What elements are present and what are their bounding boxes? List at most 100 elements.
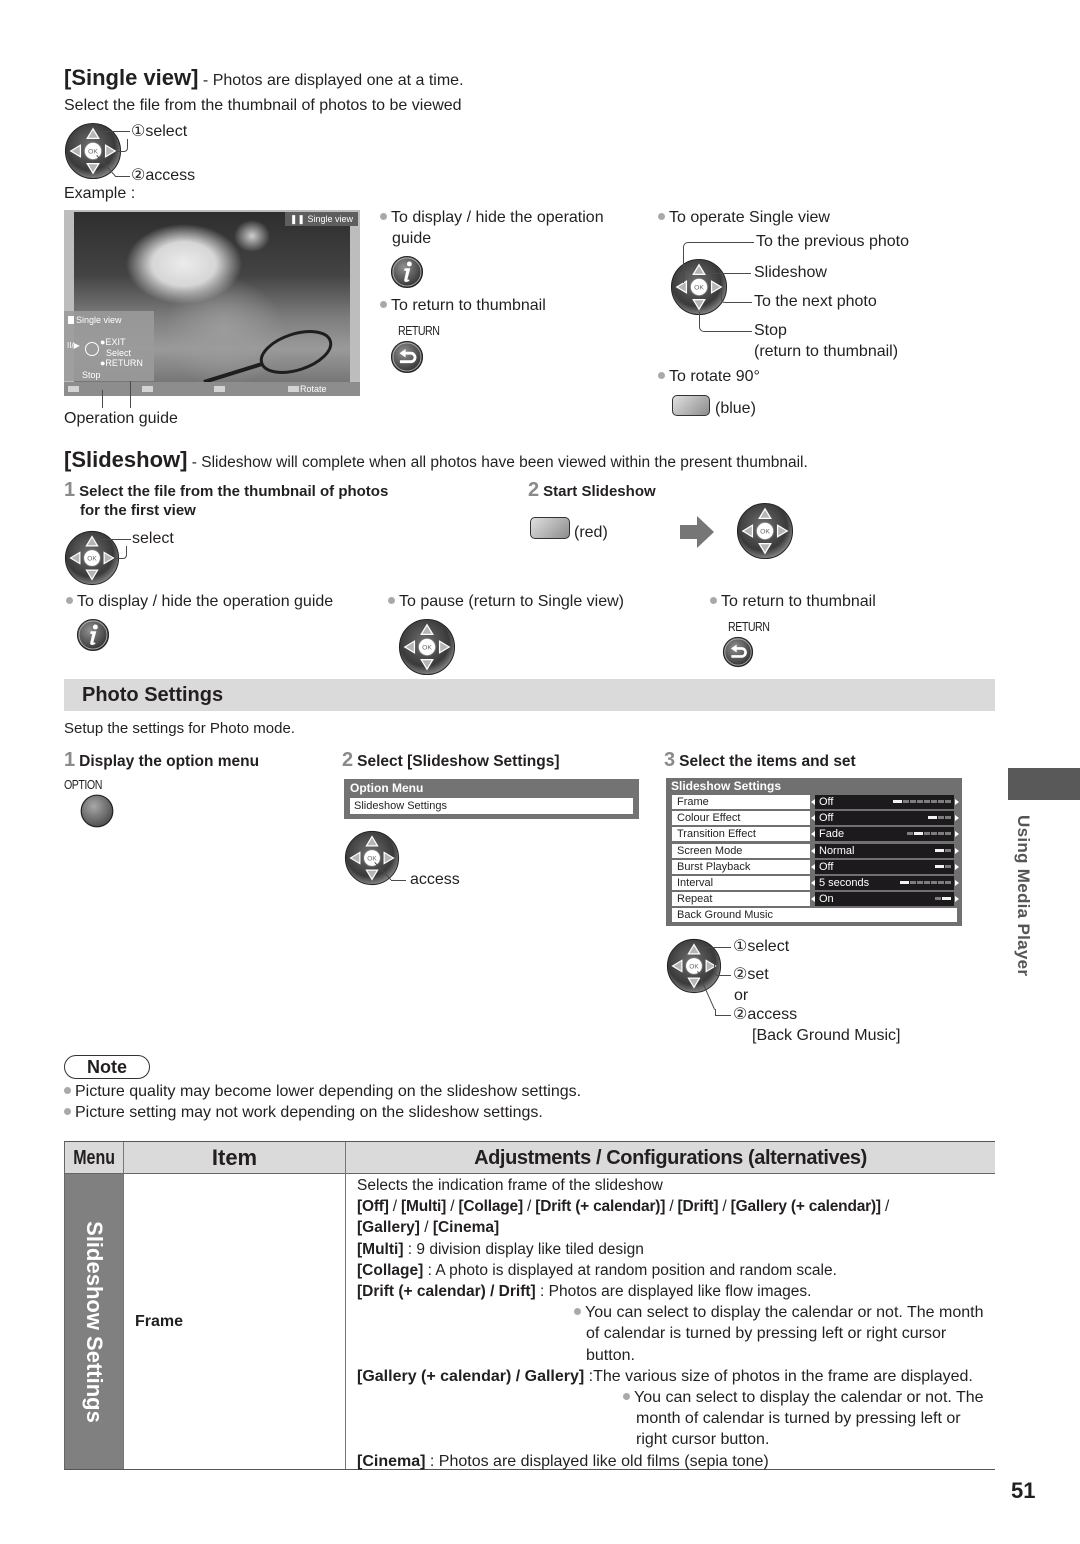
arrow-right-icon [955, 848, 959, 854]
settings-row-frame: Frame Off [672, 795, 959, 809]
step1-title: Display the option menu [79, 753, 260, 770]
step1-title-line2: for the first view [80, 502, 196, 519]
value-text: Fade [819, 828, 845, 840]
return-icon [390, 340, 424, 374]
info-icon [390, 255, 424, 289]
bullet-icon [658, 372, 665, 379]
option-position-indicator [893, 800, 951, 803]
operate-title: To operate Single view [669, 209, 830, 226]
note-line: You can select to display the calendar o… [634, 1389, 984, 1407]
guide-play-pause: II/▶ [67, 341, 80, 350]
leader-line [102, 390, 103, 408]
description-multi: [Multi] : 9 division display like tiled … [357, 1239, 995, 1260]
option-drift-calendar: [Drift (+ calendar)] [535, 1198, 666, 1216]
dpad-remote-icon [344, 830, 400, 886]
gallery-note-line: You can select to display the calendar o… [357, 1387, 995, 1408]
settings-row-value: On [815, 892, 954, 906]
definition: : Photos are displayed like flow images. [535, 1283, 812, 1301]
operate-single-view-text: To operate Single view [658, 208, 830, 228]
operation-guide-panel: Single view II/▶ ●EXIT Select ●RETURN St… [64, 311, 154, 381]
yellow-key-icon [214, 386, 225, 392]
option-gallery: [Gallery] [357, 1219, 420, 1237]
definition: :The various size of photos in the frame… [584, 1367, 973, 1385]
leader-line [116, 139, 128, 152]
adjustments-cell: Selects the indication frame of the slid… [357, 1175, 995, 1472]
option-off: [Off] [357, 1198, 389, 1216]
indicator-segment-selected [900, 881, 909, 884]
single-view-heading: [Single view] - Photos are displayed one… [64, 64, 464, 95]
settings-row-value: 5 seconds [815, 876, 954, 890]
step-number: 3 [664, 749, 676, 771]
gallery-note-line: right cursor button. [636, 1431, 770, 1449]
leader-line [114, 546, 127, 559]
settings-row-colour-effect: Colour Effect Off [672, 811, 959, 825]
definition: : A photo is displayed at random positio… [423, 1261, 837, 1279]
indicator-segment [938, 832, 944, 835]
drift-note-line: You can select to display the calendar o… [357, 1302, 995, 1323]
indicator-segment [910, 881, 916, 884]
arrow-right-icon [955, 815, 959, 821]
page-number: 51 [1011, 1478, 1036, 1503]
photo-settings-intro: Setup the settings for Photo mode. [64, 720, 295, 737]
term: [Drift (+ calendar) / Drift] [357, 1283, 536, 1301]
slideshow-pause-text: To pause (return to Single view) [388, 592, 624, 612]
return-button-caption: RETURN [728, 619, 770, 634]
slideshow-display-hide-text: To display / hide the operation guide [66, 592, 333, 612]
bullet-icon [388, 597, 395, 604]
arrow-right-icon [955, 831, 959, 837]
slideshow-heading: [Slideshow] - Slideshow will complete wh… [64, 446, 808, 477]
blue-button-caption: (blue) [715, 400, 756, 417]
settings-row-screen-mode: Screen Mode Normal [672, 844, 959, 858]
mini-dpad-icon [85, 342, 99, 356]
rotate-text: To rotate 90° [658, 367, 760, 387]
bullet-icon [380, 213, 387, 220]
indicator-segment [935, 897, 941, 900]
settings-row-label: Transition Effect [672, 827, 810, 841]
chapter-tab [1008, 768, 1080, 800]
settings-row-label: Frame [672, 795, 810, 809]
term: [Multi] [357, 1240, 404, 1258]
option-button-caption: OPTION [64, 777, 102, 792]
indicator-segment [903, 800, 909, 803]
ps-step2-title: 2 Select [Slideshow Settings] [342, 749, 560, 773]
indicator-segment [945, 832, 951, 835]
leader-line [714, 963, 731, 976]
step3-title: Select the items and set [679, 753, 856, 770]
stop-label: Stop [754, 322, 787, 339]
pause-label: To pause (return to Single view) [399, 593, 624, 610]
drift-note-line: button. [586, 1346, 635, 1364]
arrow-right-icon [955, 896, 959, 902]
leader-line [391, 880, 406, 881]
leader-line [100, 131, 130, 132]
drift-note-line: of calendar is turned by pressing left o… [586, 1325, 947, 1343]
separator: / [665, 1198, 678, 1216]
info-icon [76, 618, 110, 652]
access-label: ②access [131, 167, 196, 184]
step-number: 1 [64, 479, 76, 501]
access-target-label: [Back Ground Music] [752, 1027, 901, 1044]
indicator-segment [945, 849, 951, 852]
option-menu-title: Option Menu [350, 781, 424, 795]
arrow-right-icon [955, 864, 959, 870]
guide-stop: Stop [82, 370, 101, 380]
indicator-segment-selected [893, 800, 902, 803]
description-cinema: [Cinema] : Photos are displayed like old… [357, 1451, 995, 1472]
blue-key-icon [288, 386, 299, 392]
table-header-menu: Menu [65, 1142, 123, 1174]
separator: / [419, 1219, 433, 1237]
option-cinema: [Cinema] [432, 1219, 500, 1237]
note-badge: Note [64, 1055, 150, 1079]
option-multi: [Multi] [401, 1198, 447, 1216]
frame-options-line1: [Off] / [Multi] / [Collage] / [Drift (+ … [357, 1196, 995, 1217]
blue-button-icon [672, 395, 710, 416]
settings-row-value: Off [815, 795, 954, 809]
value-text: Off [819, 812, 834, 824]
bullet-icon [64, 1108, 71, 1115]
description-gallery: [Gallery (+ calendar) / Gallery] :The va… [357, 1366, 995, 1387]
indicator-segment [910, 800, 916, 803]
option-position-indicator [928, 816, 951, 819]
bullet-icon [658, 213, 665, 220]
guide-exit: ●EXIT [100, 337, 126, 347]
ps-step3-title: 3 Select the items and set [664, 749, 856, 773]
option-position-indicator [935, 865, 951, 868]
